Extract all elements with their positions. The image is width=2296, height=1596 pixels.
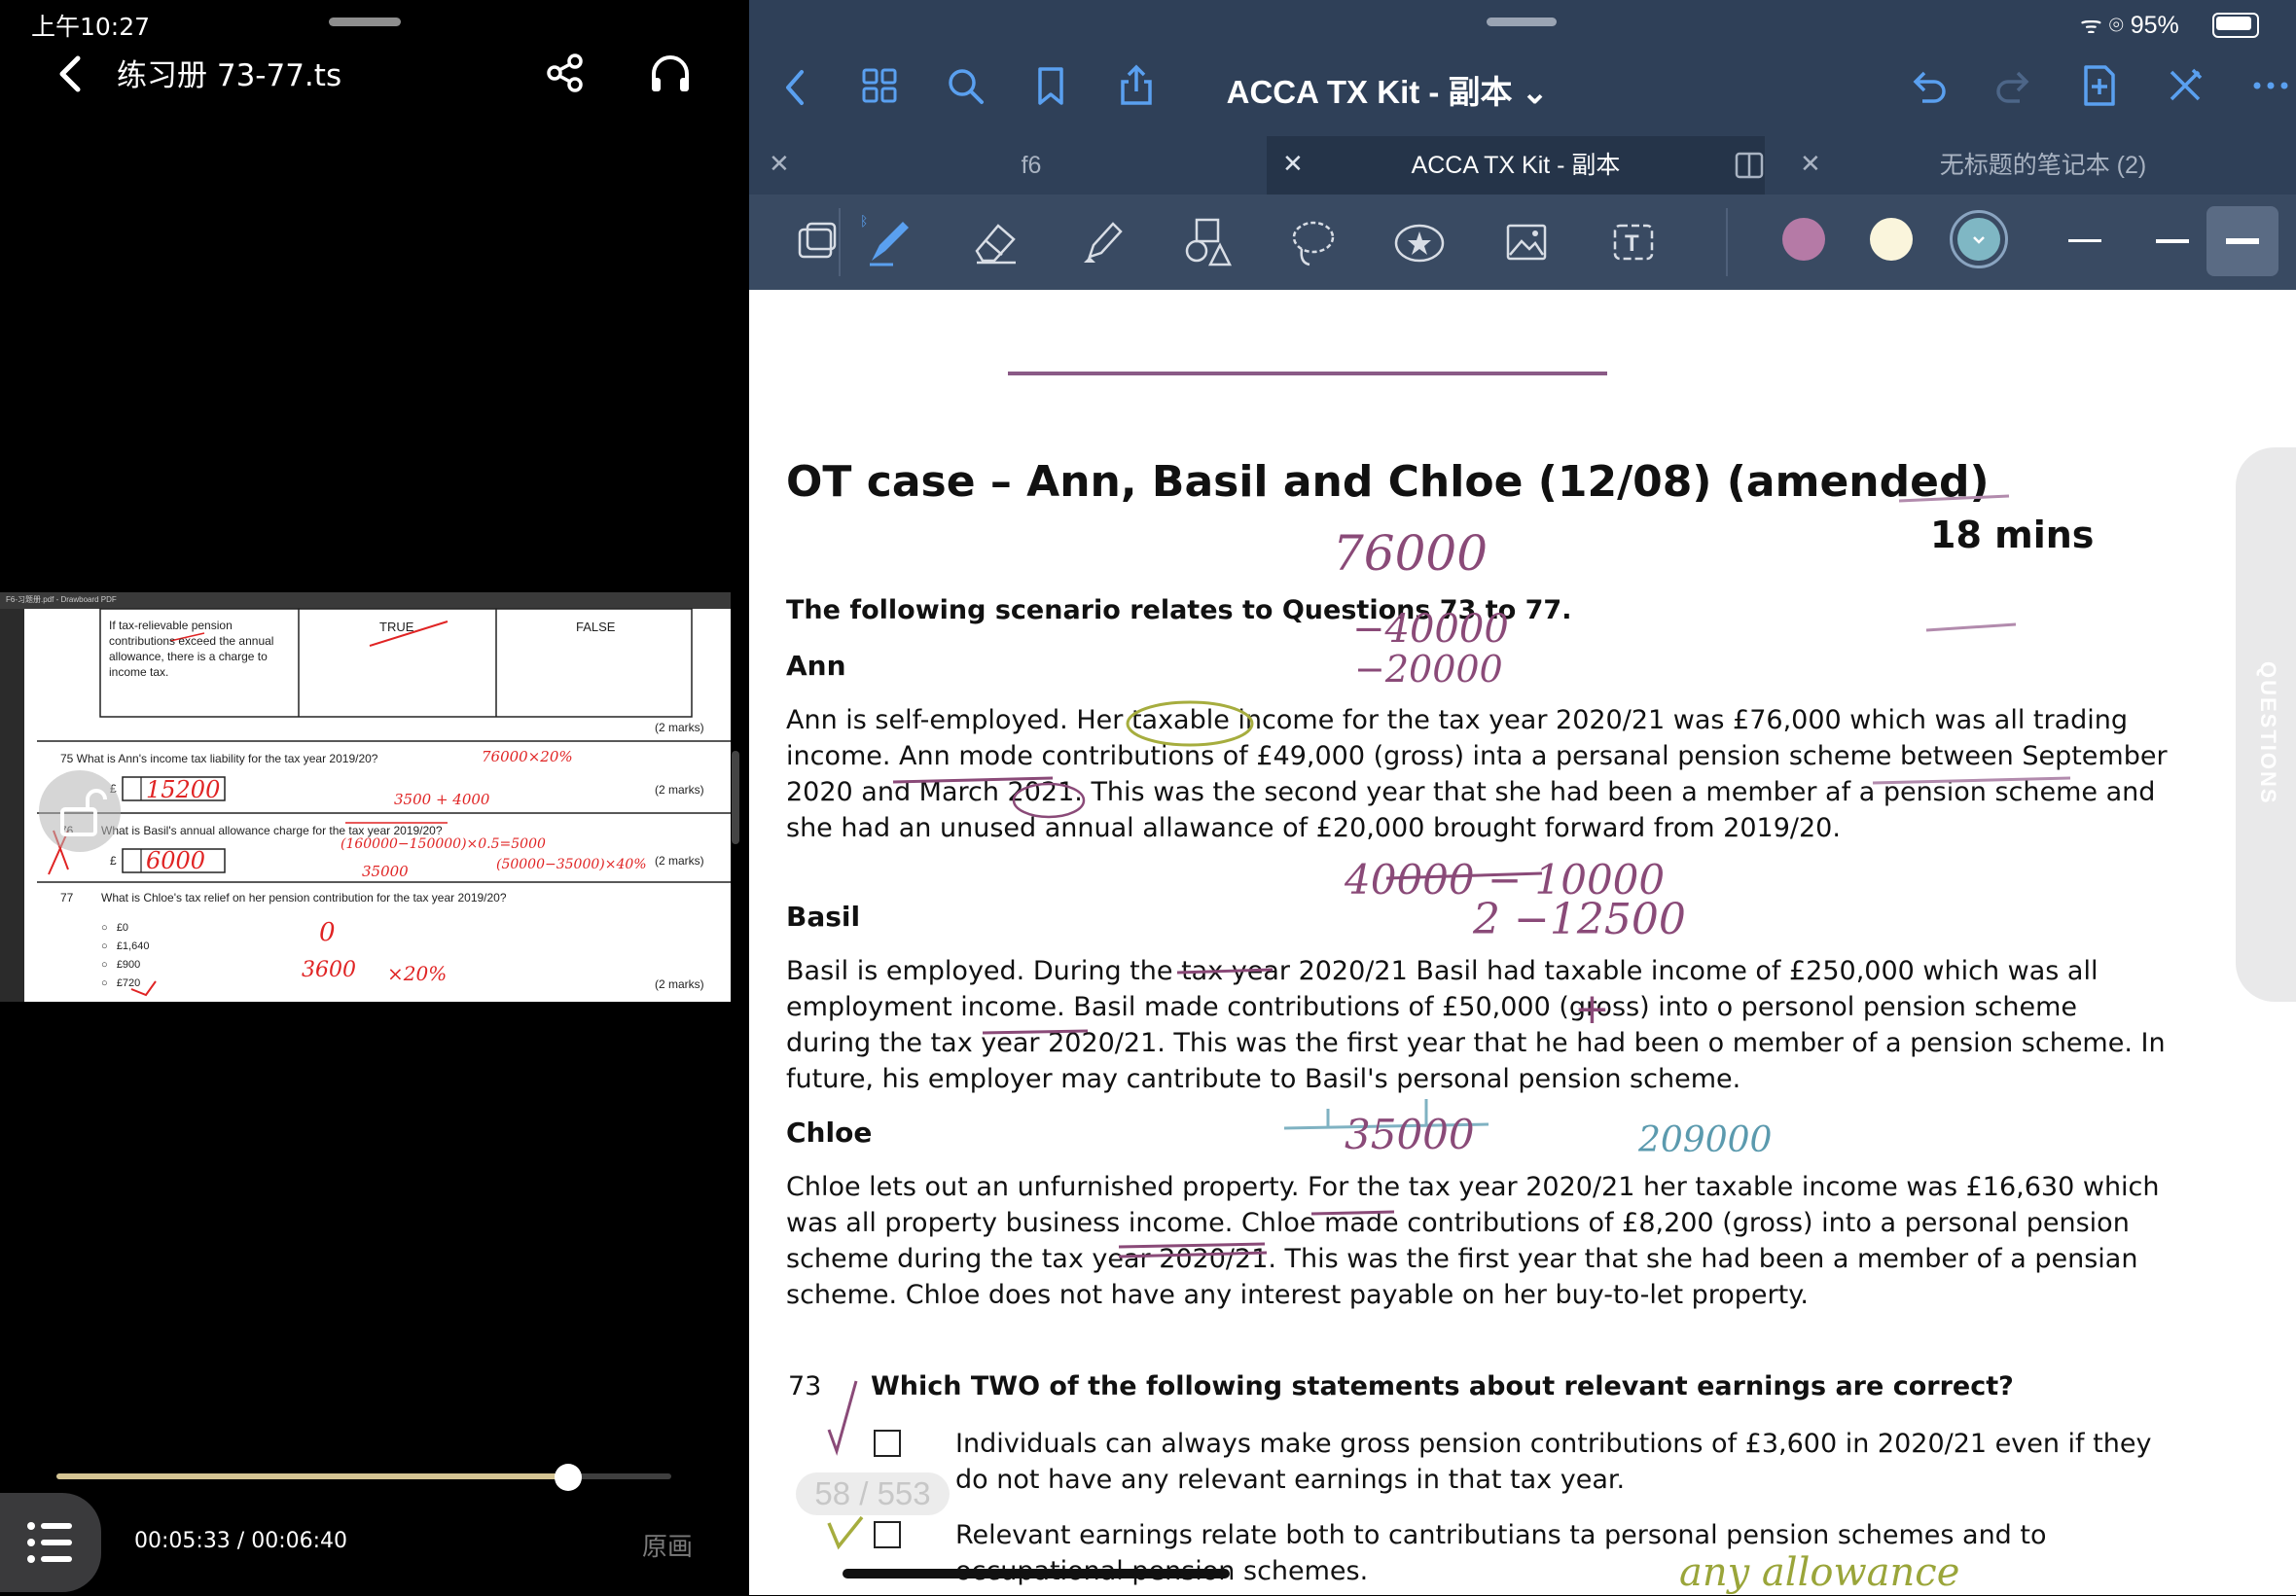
unlock-icon bbox=[60, 789, 107, 836]
quality-button[interactable]: 原画 bbox=[642, 1527, 693, 1563]
ink-76b: 35000 bbox=[362, 863, 409, 880]
playlist-button[interactable] bbox=[0, 1493, 101, 1592]
home-indicator bbox=[843, 1569, 1230, 1578]
status-time: 上午10:27 bbox=[31, 13, 151, 41]
chevron-left-icon bbox=[59, 55, 81, 92]
frame-marks: (2 marks) bbox=[655, 783, 704, 797]
notes-app-pane: ᯤ ⌾ 95% ACCA TX Kit - 副本 ⌄ ✕ f6 ACCA TX … bbox=[749, 0, 2296, 1595]
handwritten-note: 35000 bbox=[1345, 1111, 1475, 1158]
time-readout: 00:05:33 / 00:06:40 bbox=[134, 1529, 348, 1553]
questions-side-tab-label: QUESTIONS bbox=[2256, 661, 2280, 805]
frame-q77-option: ○ £1,640 bbox=[101, 940, 150, 952]
split-view-divider[interactable] bbox=[732, 751, 739, 844]
ink-76a: (160000−150000)×0.5=5000 bbox=[341, 836, 546, 852]
handwriting-layer bbox=[827, 494, 2071, 1550]
progress-thumb[interactable] bbox=[554, 1464, 582, 1491]
back-button[interactable] bbox=[53, 53, 88, 95]
ink-77b: 3600 bbox=[302, 958, 356, 982]
ink-77a: 0 bbox=[319, 918, 336, 947]
frame-q77-option: ○ £720 bbox=[101, 977, 141, 989]
frame-q77-number: 77 bbox=[60, 891, 74, 904]
frame-q76-answer: 6000 bbox=[146, 847, 206, 874]
handwritten-note: 2 −12500 bbox=[1473, 895, 1686, 944]
frame-q77-option: ○ £0 bbox=[101, 922, 129, 934]
progress-fill bbox=[56, 1473, 568, 1479]
frame-q77: What is Chloe's tax relief on her pensio… bbox=[101, 891, 507, 904]
frame-currency: £ bbox=[110, 854, 117, 868]
frame-q77-option: ○ £900 bbox=[101, 959, 141, 971]
list-icon bbox=[27, 1522, 72, 1563]
ink-77c: ×20% bbox=[387, 962, 448, 985]
ink-75b: 3500 + 4000 bbox=[394, 791, 490, 808]
multitask-grabber[interactable] bbox=[329, 18, 401, 26]
frame-marks: (2 marks) bbox=[655, 721, 704, 734]
handwritten-note: −20000 bbox=[1354, 648, 1503, 691]
handwritten-note: + bbox=[1574, 984, 1610, 1034]
audio-mode-button[interactable] bbox=[648, 53, 693, 93]
frame-q77-options: ○ £0 ○ £1,640 ○ £900 ○ £720 bbox=[101, 919, 149, 993]
frame-false-label: FALSE bbox=[576, 620, 616, 634]
frame-true-label: TRUE bbox=[379, 620, 414, 634]
screen-lock-button[interactable] bbox=[39, 770, 121, 852]
ink-76c: (50000−35000)×40% bbox=[496, 857, 647, 872]
frame-statement: If tax-relievable pension contributions … bbox=[109, 619, 274, 679]
handwritten-note: any allowance bbox=[1679, 1550, 1960, 1595]
share-button[interactable] bbox=[545, 53, 586, 93]
page-counter: 58 / 553 bbox=[796, 1472, 950, 1515]
frame-q76: What is Basil's annual allowance charge … bbox=[101, 824, 443, 837]
handwritten-note: 209000 bbox=[1638, 1120, 1773, 1160]
handwritten-note: 76000 bbox=[1333, 525, 1489, 582]
video-player-pane: 上午10:27 练习册 73-77.ts F6-习题册.pdf - Drawbo… bbox=[0, 0, 745, 1595]
headphones-icon bbox=[652, 55, 689, 91]
frame-q75: 75 What is Ann's income tax liability fo… bbox=[60, 752, 378, 765]
share-icon bbox=[547, 53, 583, 92]
video-title: 练习册 73-77.ts bbox=[117, 58, 342, 93]
handwritten-note: −40000 bbox=[1352, 607, 1509, 652]
frame-marks: (2 marks) bbox=[655, 854, 704, 868]
ink-75a: 76000×20% bbox=[482, 748, 573, 765]
frame-marks: (2 marks) bbox=[655, 977, 704, 991]
frame-q75-answer: 15200 bbox=[146, 776, 221, 803]
